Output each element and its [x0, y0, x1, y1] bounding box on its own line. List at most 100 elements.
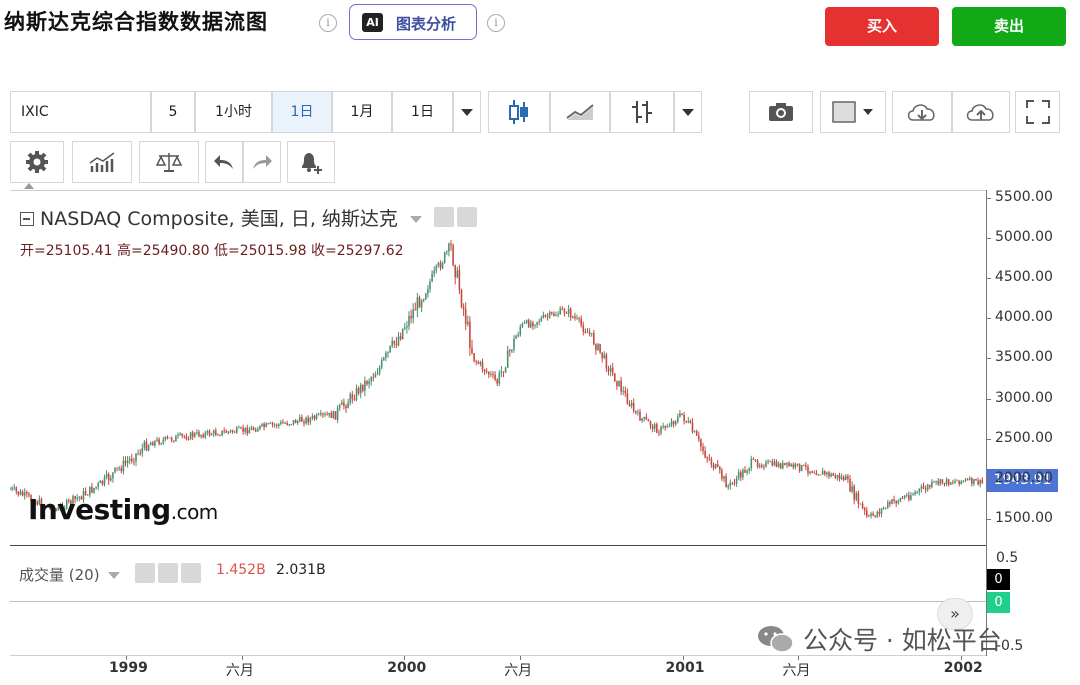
candle-body — [389, 345, 391, 352]
chevron-down-icon[interactable] — [409, 216, 422, 223]
area-chart-button[interactable] — [550, 91, 610, 133]
collapse-legend-icon[interactable] — [20, 212, 34, 226]
candle-body — [700, 439, 702, 447]
candle-body — [464, 309, 467, 325]
candle-body — [721, 470, 723, 479]
interval-1hour[interactable]: 1小时 — [195, 91, 272, 133]
candle-body — [590, 333, 593, 334]
candle-body — [420, 300, 423, 308]
interval-dropdown[interactable] — [453, 91, 481, 133]
candle-body — [597, 343, 599, 351]
candle-body — [803, 465, 805, 466]
candle-body — [448, 243, 450, 252]
candle-body — [807, 466, 809, 474]
candle-body — [952, 482, 954, 484]
candle-body — [618, 380, 620, 387]
candle-body — [651, 426, 654, 429]
candle-body — [471, 347, 473, 354]
cloud-download-button[interactable] — [892, 91, 952, 133]
candle-body — [660, 426, 662, 434]
interval-1day[interactable]: 1日 — [272, 91, 332, 133]
candle-body — [198, 432, 200, 437]
time-tick-mark — [520, 656, 522, 660]
candle-body — [733, 483, 736, 484]
legend-tools[interactable] — [434, 207, 480, 232]
candle-body — [569, 308, 572, 318]
price-tick-label: 2500.00 — [995, 429, 1053, 446]
page-title: 纳斯达克综合指数数据流图 — [4, 10, 268, 34]
info-icon[interactable]: i — [487, 14, 505, 32]
candle-body — [261, 423, 263, 426]
candle-body — [324, 414, 326, 416]
candle-body — [410, 315, 412, 319]
interval-5min[interactable]: 5 — [151, 91, 195, 133]
time-tick-label: 2002 — [943, 660, 983, 676]
candle-body — [882, 508, 885, 509]
interval-1month[interactable]: 1月 — [332, 91, 392, 133]
candle-body — [128, 458, 131, 461]
time-axis[interactable] — [10, 656, 986, 685]
candle-body — [723, 476, 725, 479]
candle-body — [91, 486, 93, 493]
sell-button[interactable]: 卖出 — [952, 7, 1066, 46]
chevron-down-icon[interactable] — [108, 572, 121, 579]
candle-body — [798, 463, 801, 471]
price-tick-mark — [986, 518, 991, 520]
candle-body — [958, 480, 960, 484]
candle-body — [139, 452, 141, 454]
time-tick-mark — [682, 656, 684, 660]
candle-body — [750, 459, 753, 469]
candle-body — [656, 424, 658, 433]
candle-body — [271, 422, 274, 425]
candle-body — [586, 332, 589, 333]
low-value: 25015.98 — [239, 243, 307, 259]
bell-plus-icon — [302, 153, 322, 174]
ohlc-readout: 开=25105.41 高=25490.80 低=25015.98 收=25297… — [20, 240, 404, 260]
ai-analysis-button[interactable]: AI 图表分析 — [349, 4, 477, 40]
candle-body — [693, 431, 696, 433]
candle-body — [460, 290, 463, 307]
candle-body — [412, 309, 414, 319]
candle-body — [740, 472, 742, 478]
chart-type-dropdown[interactable] — [674, 91, 702, 133]
color-picker-button[interactable] — [820, 91, 886, 133]
candle-body — [286, 423, 288, 425]
candle-body — [456, 270, 459, 278]
chart-legend[interactable]: NASDAQ Composite, 美国, 日, 纳斯达克 — [20, 204, 480, 231]
candle-body — [847, 476, 849, 479]
add-alert-button[interactable] — [287, 141, 335, 183]
wechat-watermark: 公众号 · 如松平台 — [757, 621, 1002, 657]
candle-body — [273, 424, 276, 426]
candle-body — [761, 465, 763, 467]
candle-body — [914, 492, 916, 495]
candle-body — [824, 470, 826, 475]
undo-button[interactable] — [205, 141, 243, 183]
candle-body — [425, 293, 427, 300]
interval-selected[interactable]: 1日 — [392, 91, 453, 133]
candlestick-chart-button[interactable] — [488, 91, 550, 133]
candle-body — [784, 462, 786, 465]
compare-button[interactable] — [139, 141, 199, 183]
candle-body — [223, 430, 225, 432]
candle-body — [704, 451, 706, 458]
candle-body — [630, 402, 633, 406]
candle-body — [118, 467, 120, 469]
buy-button[interactable]: 买入 — [825, 7, 939, 46]
fullscreen-button[interactable] — [1015, 91, 1060, 133]
candle-body — [500, 371, 503, 373]
price-tick-mark — [986, 398, 991, 400]
candle-body — [746, 470, 748, 473]
volume-tools[interactable] — [135, 563, 204, 587]
collapse-toolbar-icon[interactable] — [24, 183, 34, 189]
settings-button[interactable] — [10, 141, 64, 183]
info-icon[interactable]: i — [319, 14, 337, 32]
volume-legend[interactable]: 成交量 (20) — [19, 560, 204, 585]
candle-body — [891, 499, 893, 504]
redo-button[interactable] — [243, 141, 281, 183]
indicators-button[interactable] — [72, 141, 132, 183]
cloud-upload-button[interactable] — [952, 91, 1010, 133]
screenshot-button[interactable] — [749, 91, 813, 133]
candle-body — [492, 374, 494, 376]
symbol-input[interactable]: IXIC — [10, 91, 151, 133]
bar-chart-button[interactable] — [610, 91, 674, 133]
